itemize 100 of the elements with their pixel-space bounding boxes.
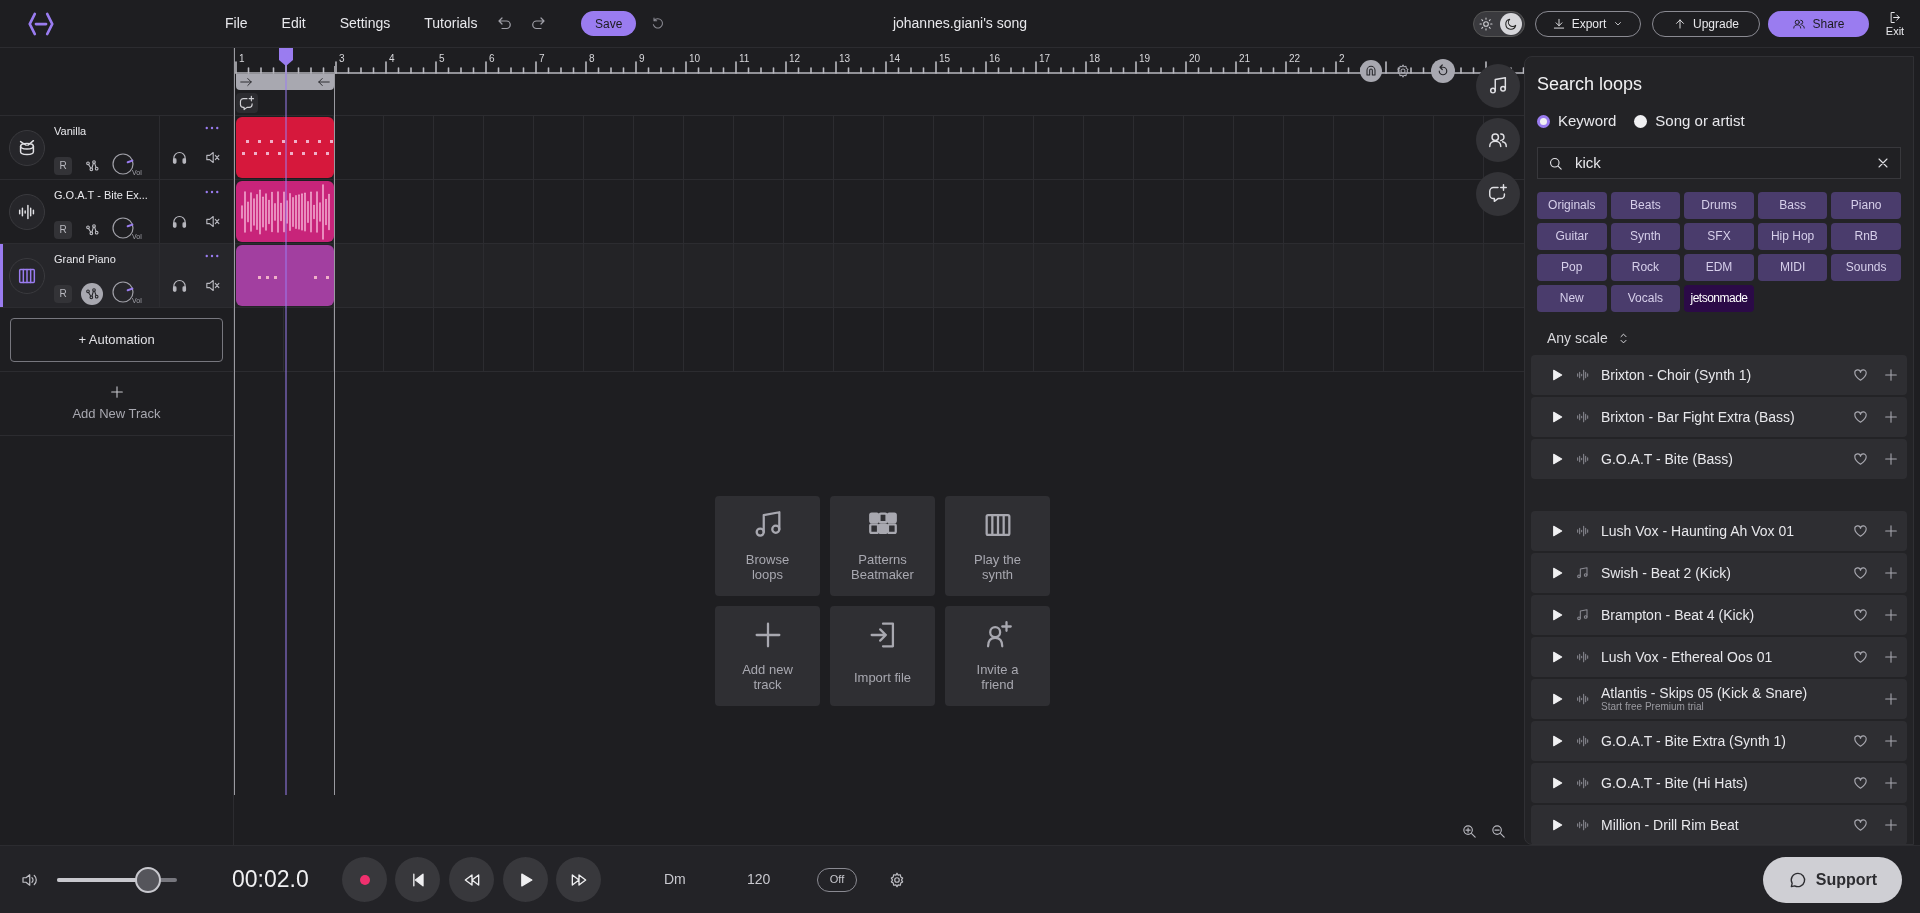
track-clip[interactable] <box>236 117 334 178</box>
plus-icon[interactable] <box>1883 732 1899 749</box>
heart-icon[interactable] <box>1852 774 1869 791</box>
exit-button[interactable]: Exit <box>1880 10 1910 37</box>
tag-chip[interactable]: Pop <box>1537 253 1607 281</box>
playhead[interactable] <box>278 48 294 795</box>
radio-button[interactable] <box>1537 114 1550 128</box>
premium-trial-link[interactable]: Start free Premium trial <box>1601 701 1869 712</box>
menu-item[interactable]: Tutorials <box>409 13 493 34</box>
radio-option[interactable]: Song or artist <box>1634 110 1745 133</box>
record-button[interactable] <box>342 857 387 902</box>
menu-item[interactable]: Edit <box>266 13 321 34</box>
volume-knob[interactable] <box>112 280 134 303</box>
tag-chip[interactable]: Sounds <box>1831 253 1901 281</box>
tag-chip[interactable]: Vocals <box>1610 284 1681 312</box>
plus-icon[interactable] <box>1883 450 1899 467</box>
headphones-icon[interactable] <box>171 277 188 294</box>
plus-icon[interactable] <box>1883 816 1899 833</box>
loop-result-row[interactable]: G.O.A.T - Bite Extra (Synth 1) <box>1531 720 1907 761</box>
reload-icon[interactable] <box>650 15 666 32</box>
key-selector[interactable]: Dm <box>664 869 686 890</box>
support-button[interactable]: Support <box>1763 856 1902 903</box>
tag-chip[interactable]: EDM <box>1684 253 1754 281</box>
plus-icon[interactable] <box>1883 522 1899 539</box>
search-field[interactable]: kick <box>1537 146 1901 179</box>
loop-result-row[interactable]: Lush Vox - Ethereal Oos 01 <box>1531 636 1907 677</box>
automation-button[interactable]: + Automation <box>10 317 223 362</box>
plus-icon[interactable] <box>1883 606 1899 623</box>
tag-chip[interactable]: jetsonmade <box>1684 284 1754 312</box>
slider-thumb[interactable] <box>135 866 162 893</box>
collaborators-button[interactable] <box>1476 118 1520 162</box>
record-arm-button[interactable]: R <box>54 156 72 175</box>
loops-music-button[interactable] <box>1476 64 1520 108</box>
heart-icon[interactable] <box>1852 606 1869 623</box>
quick-action-tile[interactable]: Import file <box>830 606 935 706</box>
loop-result-row[interactable]: Swish - Beat 2 (Kick) <box>1531 552 1907 593</box>
record-arm-button[interactable]: R <box>54 220 72 239</box>
plus-icon[interactable] <box>1883 408 1899 425</box>
volume-knob[interactable] <box>112 216 134 239</box>
tag-chip[interactable]: RnB <box>1831 222 1901 250</box>
add-comment-icon[interactable] <box>236 93 258 113</box>
loop-result-row[interactable]: G.O.A.T - Bite (Bass) <box>1531 438 1907 479</box>
heart-icon[interactable] <box>1852 648 1869 665</box>
settings-icon[interactable] <box>1395 63 1411 79</box>
share-button[interactable]: Share <box>1768 10 1869 37</box>
plus-icon[interactable] <box>1883 564 1899 581</box>
tag-chip[interactable]: MIDI <box>1757 253 1828 281</box>
loop-icon[interactable] <box>1431 59 1455 83</box>
radio-option[interactable]: Keyword <box>1537 110 1617 133</box>
menu-item[interactable]: Settings <box>324 13 406 34</box>
quick-action-tile[interactable]: Invite a friend <box>945 606 1050 706</box>
skip-back-button[interactable] <box>395 857 440 902</box>
tag-chip[interactable]: Piano <box>1831 191 1901 219</box>
automation-icon[interactable] <box>81 282 103 305</box>
loop-result-row[interactable]: G.O.A.T - Bite (Hi Hats) <box>1531 762 1907 803</box>
quick-action-tile[interactable]: Add new track <box>715 606 820 706</box>
record-arm-button[interactable]: R <box>54 284 72 303</box>
loop-result-row[interactable]: Lush Vox - Haunting Ah Vox 01 <box>1531 510 1907 551</box>
mute-icon[interactable] <box>204 149 221 166</box>
plus-icon[interactable] <box>1883 774 1899 791</box>
tag-chip[interactable]: Synth <box>1610 222 1681 250</box>
tag-chip[interactable]: Originals <box>1537 191 1607 219</box>
tag-chip[interactable]: Bass <box>1757 191 1828 219</box>
plus-icon[interactable] <box>1883 366 1899 383</box>
loop-result-row[interactable]: Brixton - Bar Fight Extra (Bass) <box>1531 396 1907 437</box>
heart-icon[interactable] <box>1852 408 1869 425</box>
heart-icon[interactable] <box>1852 366 1869 383</box>
loop-result-row[interactable]: Million - Drill Rim Beat <box>1531 804 1907 844</box>
headphones-icon[interactable] <box>171 213 188 230</box>
tag-chip[interactable]: Beats <box>1610 191 1681 219</box>
play-button[interactable] <box>503 857 548 902</box>
menu-item[interactable]: File <box>210 13 263 34</box>
heart-icon[interactable] <box>1852 522 1869 539</box>
settings-icon[interactable] <box>888 870 906 889</box>
rewind-button[interactable] <box>449 857 494 902</box>
plus-icon[interactable] <box>1883 690 1899 707</box>
tag-chip[interactable]: SFX <box>1684 222 1754 250</box>
loop-result-row[interactable]: Atlantis - Skips 05 (Kick & Snare) Start free Premium trial <box>1531 678 1907 719</box>
heart-icon[interactable] <box>1852 450 1869 467</box>
scale-dropdown[interactable]: Any scale <box>1547 327 1631 349</box>
tag-chip[interactable]: Rock <box>1610 253 1681 281</box>
mute-icon[interactable] <box>204 277 221 294</box>
moon-icon[interactable] <box>1500 12 1522 35</box>
headphones-icon[interactable] <box>171 149 188 166</box>
magnet-icon[interactable] <box>1360 60 1382 82</box>
plus-icon[interactable] <box>1883 648 1899 665</box>
radio-button[interactable] <box>1634 114 1648 128</box>
add-track-button[interactable]: Add New Track <box>0 372 233 436</box>
loop-result-row[interactable]: Brixton - Choir (Synth 1) <box>1531 354 1907 395</box>
heart-icon[interactable] <box>1852 564 1869 581</box>
mute-icon[interactable] <box>204 213 221 230</box>
loop-result-row[interactable]: Brampton - Beat 4 (Kick) <box>1531 594 1907 635</box>
fast-forward-button[interactable] <box>556 857 601 902</box>
theme-toggle[interactable] <box>1473 10 1525 37</box>
zoom-in-icon[interactable] <box>1461 823 1478 840</box>
quick-action-tile[interactable]: Patterns Beatmaker <box>830 496 935 596</box>
tag-chip[interactable]: Hip Hop <box>1757 222 1828 250</box>
heart-icon[interactable] <box>1852 816 1869 833</box>
tempo-field[interactable]: 120 <box>747 869 771 890</box>
quick-action-tile[interactable]: Play the synth <box>945 496 1050 596</box>
